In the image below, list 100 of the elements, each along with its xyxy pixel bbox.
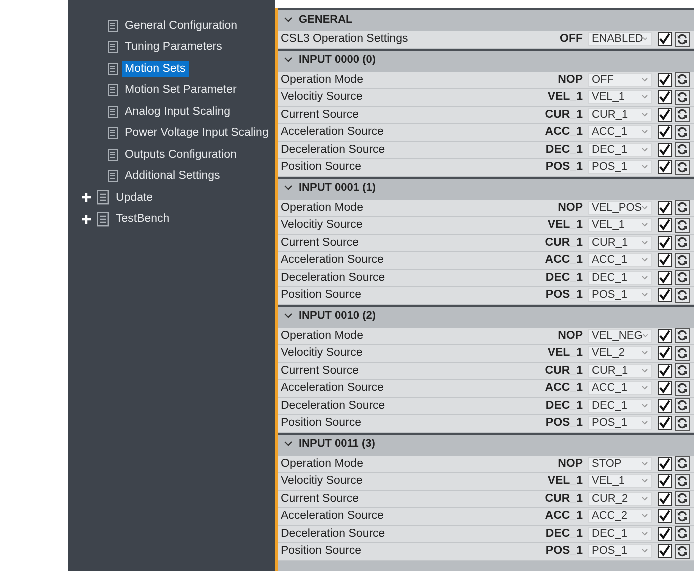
setting-label: Position Source (280, 289, 363, 302)
option-dropdown[interactable]: VEL_1 (588, 90, 652, 104)
refresh-button[interactable] (675, 142, 690, 158)
sidebar-item[interactable]: Power Voltage Input Scaling (122, 125, 272, 142)
option-dropdown[interactable]: POS_1 (588, 160, 652, 174)
checkbox[interactable] (658, 288, 672, 302)
checkbox[interactable] (658, 416, 672, 430)
refresh-button[interactable] (675, 218, 690, 233)
checkbox[interactable] (658, 346, 672, 360)
setting-label: Operation Mode (280, 330, 364, 342)
refresh-button[interactable] (675, 363, 690, 378)
caret-icon (642, 421, 648, 426)
checkbox[interactable] (658, 90, 672, 104)
checkbox[interactable] (658, 125, 672, 140)
setting-label: Position Source (280, 417, 363, 430)
refresh-button[interactable] (675, 398, 690, 414)
option-dropdown[interactable]: DEC_1 (588, 270, 652, 285)
section-title: INPUT 0001 (1) (299, 182, 376, 194)
refresh-button[interactable] (675, 416, 690, 431)
checkbox[interactable] (658, 108, 672, 122)
refresh-button[interactable] (675, 456, 690, 472)
option-dropdown[interactable]: ACC_2 (588, 509, 652, 524)
document-icon (108, 170, 118, 182)
checkbox[interactable] (658, 236, 672, 250)
checkbox[interactable] (658, 218, 672, 232)
checkbox[interactable] (658, 544, 672, 558)
checkbox[interactable] (658, 509, 672, 524)
checkbox[interactable] (658, 200, 672, 215)
refresh-button[interactable] (675, 32, 690, 47)
option-dropdown[interactable]: DEC_1 (588, 398, 652, 413)
option-dropdown[interactable]: VEL_2 (588, 346, 652, 360)
option-dropdown[interactable]: VEL_1 (588, 474, 652, 488)
sidebar-item[interactable]: Motion Sets (122, 60, 189, 77)
refresh-button[interactable] (675, 72, 690, 88)
option-dropdown[interactable]: DEC_1 (588, 142, 652, 157)
option-dropdown[interactable]: DEC_1 (588, 526, 652, 541)
document-icon (108, 127, 118, 140)
refresh-icon (677, 126, 688, 138)
document-icon (108, 62, 118, 75)
refresh-button[interactable] (675, 270, 690, 286)
option-dropdown[interactable]: POS_1 (588, 544, 652, 558)
refresh-button[interactable] (675, 288, 690, 303)
option-dropdown[interactable]: ENABLED (588, 32, 652, 46)
current-value: POS_1 (546, 545, 583, 558)
refresh-button[interactable] (675, 107, 690, 122)
refresh-button[interactable] (675, 328, 690, 344)
checkbox[interactable] (658, 253, 672, 268)
sidebar-item[interactable]: Additional Settings (122, 168, 224, 184)
refresh-button[interactable] (675, 526, 690, 542)
refresh-icon (677, 510, 688, 522)
checkbox[interactable] (658, 474, 672, 488)
tree-node[interactable]: TestBench (113, 211, 173, 228)
checkbox[interactable] (658, 32, 672, 46)
option-dropdown[interactable]: CUR_1 (588, 364, 652, 378)
plus-icon[interactable] (82, 214, 91, 224)
option-dropdown[interactable]: ACC_1 (588, 253, 652, 268)
option-dropdown[interactable]: POS_1 (588, 416, 652, 430)
checkbox[interactable] (658, 270, 672, 285)
checkbox[interactable] (658, 456, 672, 471)
sidebar-item[interactable]: Analog Input Scaling (122, 104, 234, 120)
checkbox[interactable] (658, 381, 672, 396)
refresh-button[interactable] (675, 90, 690, 105)
caret-icon (642, 276, 648, 280)
sidebar-item[interactable]: Motion Set Parameter (122, 82, 240, 98)
checkbox[interactable] (658, 328, 672, 343)
refresh-button[interactable] (675, 508, 690, 524)
option-dropdown[interactable]: STOP (588, 456, 652, 471)
option-dropdown[interactable]: CUR_1 (588, 236, 652, 250)
sidebar-item[interactable]: Outputs Configuration (122, 146, 240, 163)
refresh-button[interactable] (675, 200, 690, 216)
refresh-button[interactable] (675, 346, 690, 361)
sidebar-item[interactable]: Tuning Parameters (122, 39, 226, 56)
checkbox[interactable] (658, 160, 672, 174)
option-dropdown[interactable]: CUR_1 (588, 108, 652, 122)
refresh-button[interactable] (675, 491, 690, 506)
refresh-button[interactable] (675, 474, 690, 489)
option-dropdown[interactable]: VEL_1 (588, 218, 652, 232)
sidebar-item[interactable]: General Configuration (122, 18, 241, 34)
refresh-button[interactable] (675, 252, 690, 268)
setting-label: Velocitiy Source (280, 347, 364, 360)
checkbox[interactable] (658, 398, 672, 413)
option-dropdown[interactable]: POS_1 (588, 288, 652, 302)
option-dropdown[interactable]: OFF (588, 72, 652, 87)
refresh-button[interactable] (675, 235, 690, 250)
tree-node[interactable]: Update (113, 190, 156, 206)
checkbox[interactable] (658, 364, 672, 378)
checkbox[interactable] (658, 526, 672, 541)
option-dropdown[interactable]: ACC_1 (588, 125, 652, 140)
checkbox[interactable] (658, 142, 672, 157)
plus-icon[interactable] (82, 193, 91, 202)
checkbox[interactable] (658, 492, 672, 506)
option-dropdown[interactable]: CUR_2 (588, 492, 652, 506)
checkbox[interactable] (658, 72, 672, 87)
option-dropdown[interactable]: ACC_1 (588, 381, 652, 396)
option-dropdown[interactable]: VEL_NEG (588, 328, 652, 343)
refresh-button[interactable] (675, 160, 690, 175)
option-dropdown[interactable]: VEL_POS (588, 200, 652, 215)
refresh-button[interactable] (675, 380, 690, 396)
refresh-button[interactable] (675, 124, 690, 140)
refresh-button[interactable] (675, 544, 690, 559)
